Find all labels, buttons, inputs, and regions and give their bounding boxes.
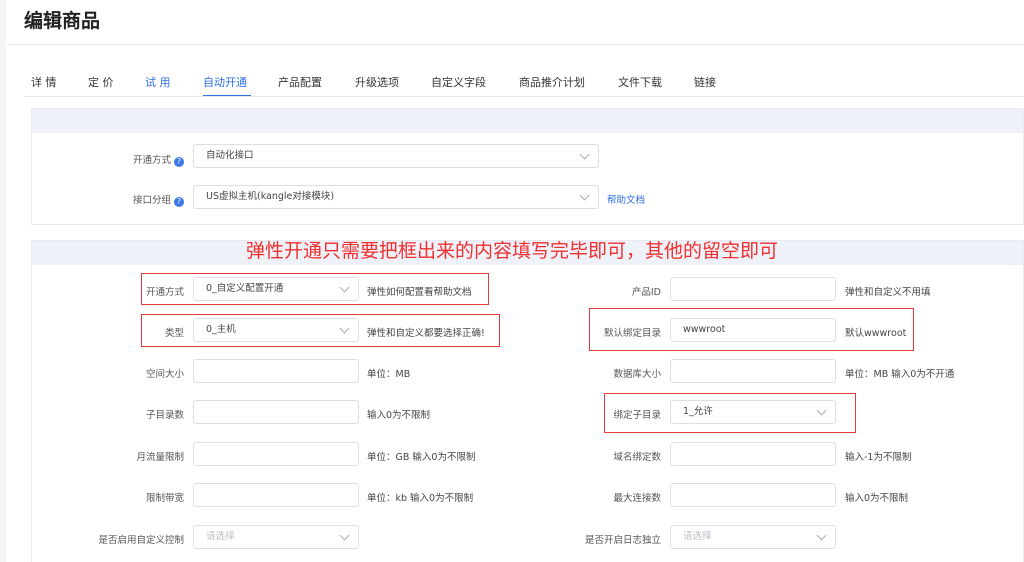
tab-details[interactable]: 详 情 xyxy=(31,74,57,90)
product-id-hint: 弹性和自定义不用填 xyxy=(845,287,931,298)
domain-count-label: 域名绑定数 xyxy=(613,452,661,463)
tab-upgrade-options[interactable]: 升级选项 xyxy=(355,74,399,90)
tab-referral[interactable]: 商品推介计划 xyxy=(519,74,585,90)
help-icon[interactable]: ? xyxy=(174,197,184,207)
tab-product-config[interactable]: 产品配置 xyxy=(278,74,322,90)
db-size-label: 数据库大小 xyxy=(613,369,661,380)
tab-links[interactable]: 链接 xyxy=(694,74,716,90)
traffic-limit-hint: 单位：GB 输入0为不限制 xyxy=(367,452,476,463)
annotation-box xyxy=(141,273,489,305)
custom-control-label: 是否启用自定义控制 xyxy=(98,535,184,546)
domain-count-hint: 输入-1为不限制 xyxy=(845,452,912,463)
open-method-select[interactable]: 自动化接口 xyxy=(193,144,599,168)
header-divider xyxy=(6,44,1024,45)
panel-header-band xyxy=(32,109,1023,133)
space-size-input[interactable] xyxy=(193,359,359,383)
max-connections-label: 最大连接数 xyxy=(613,493,661,504)
log-independent-label: 是否开启日志独立 xyxy=(584,535,661,546)
subdir-count-hint: 输入0为不限制 xyxy=(367,410,431,421)
open-method-label: 开通方式? xyxy=(100,152,184,167)
custom-control-select[interactable]: 请选择 xyxy=(193,525,359,549)
tab-downloads[interactable]: 文件下载 xyxy=(618,74,662,90)
product-id-input[interactable] xyxy=(670,277,836,301)
page-title: 编辑商品 xyxy=(24,10,101,32)
traffic-limit-label: 月流量限制 xyxy=(136,452,184,463)
help-doc-link[interactable]: 帮助文档 xyxy=(607,192,645,206)
traffic-limit-input[interactable] xyxy=(193,442,359,466)
bandwidth-limit-label: 限制带宽 xyxy=(145,493,184,504)
tab-pricing[interactable]: 定 价 xyxy=(88,74,114,90)
annotation-banner: 弹性开通只需要把框出来的内容填写完毕即可，其他的留空即可 xyxy=(246,240,779,262)
chevron-down-icon xyxy=(816,530,827,541)
space-size-hint: 单位：MB xyxy=(367,369,411,380)
annotation-box xyxy=(604,393,856,433)
chevron-down-icon xyxy=(579,149,590,160)
domain-count-input[interactable] xyxy=(670,442,836,466)
max-connections-input[interactable] xyxy=(670,483,836,507)
tab-auto-provision[interactable]: 自动开通 xyxy=(203,74,247,90)
db-size-hint: 单位：MB 输入0为不开通 xyxy=(845,369,955,380)
chevron-down-icon xyxy=(579,190,590,201)
annotation-box xyxy=(589,308,914,351)
annotation-box xyxy=(141,314,500,347)
subdir-count-label: 子目录数 xyxy=(145,410,184,421)
left-edge xyxy=(0,0,6,562)
api-group-select[interactable]: US虚拟主机(kangle对接模块) xyxy=(193,185,599,209)
api-group-label: 接口分组? xyxy=(100,192,184,207)
max-connections-hint: 输入0为不限制 xyxy=(845,493,909,504)
bandwidth-limit-hint: 单位：kb 输入0为不限制 xyxy=(367,493,474,504)
tab-custom-fields[interactable]: 自定义字段 xyxy=(431,74,486,90)
tabs-divider xyxy=(24,96,1024,97)
help-icon[interactable]: ? xyxy=(174,157,184,167)
subdir-count-input[interactable] xyxy=(193,400,359,424)
db-size-input[interactable] xyxy=(670,359,836,383)
chevron-down-icon xyxy=(339,530,350,541)
tab-trial[interactable]: 试 用 xyxy=(145,74,171,90)
log-independent-select[interactable]: 请选择 xyxy=(670,525,836,549)
bandwidth-limit-input[interactable] xyxy=(193,483,359,507)
space-size-label: 空间大小 xyxy=(145,369,184,380)
product-id-label: 产品ID xyxy=(631,287,661,298)
